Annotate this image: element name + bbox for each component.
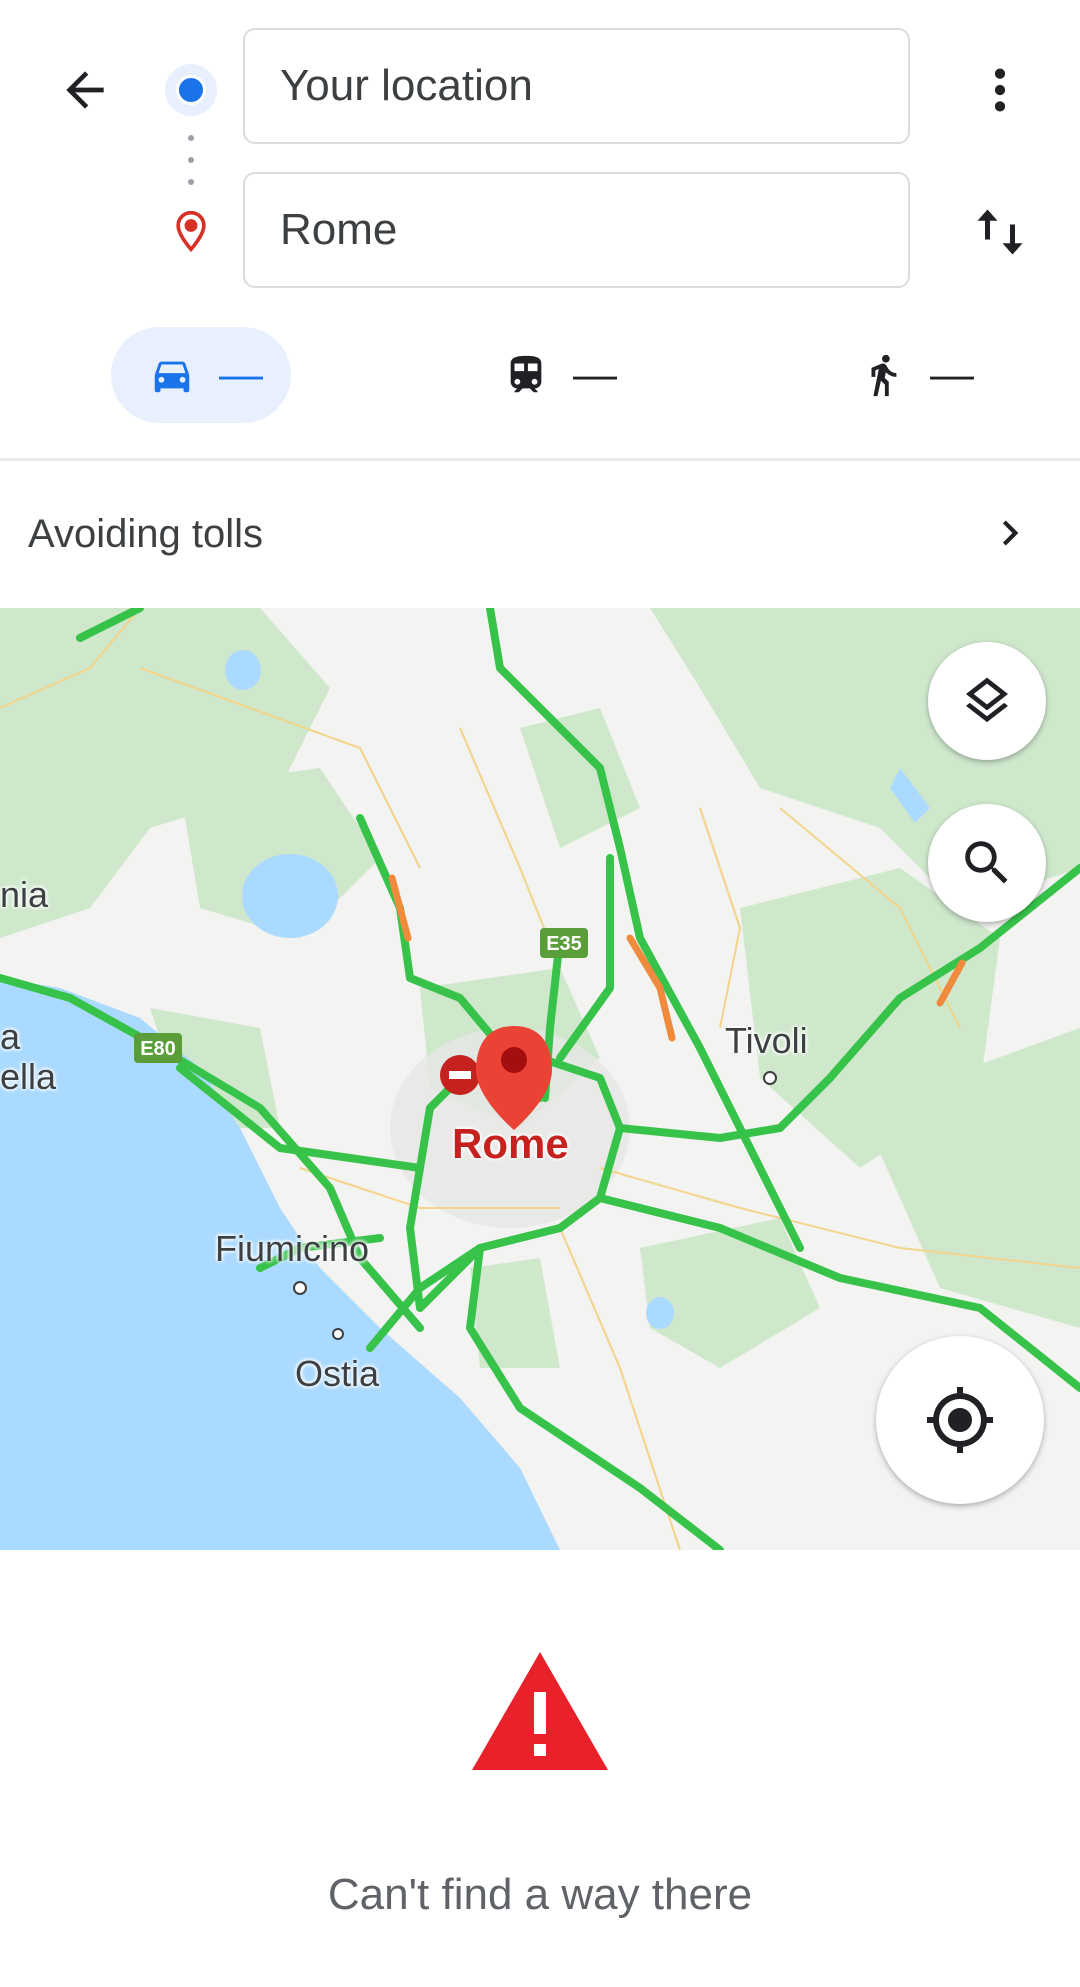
map-label-ostia: Ostia: [295, 1353, 380, 1394]
swap-button[interactable]: [955, 187, 1045, 277]
more-vert-icon: [994, 68, 1006, 112]
layers-button[interactable]: [928, 642, 1046, 760]
my-location-icon: [927, 1387, 993, 1453]
walk-icon: [871, 354, 897, 397]
map-label-tivoli: Tivoli: [725, 1020, 808, 1061]
car-icon: [154, 361, 190, 393]
mode-walk-tab[interactable]: —: [845, 327, 995, 423]
origin-dot-icon: [165, 64, 217, 116]
map-view[interactable]: E35 E80 Rome Tivoli Fiumicino Ostia nia …: [0, 608, 1080, 1550]
arrow-back-icon: [66, 71, 104, 109]
avoid-tolls-label: Avoiding tolls: [28, 512, 263, 556]
transit-duration: —: [573, 350, 617, 399]
route-options-row[interactable]: Avoiding tolls: [0, 462, 1080, 608]
search-icon: [965, 841, 1008, 884]
map-label-rome: Rome: [452, 1120, 569, 1167]
no-route-message: Can't find a way there: [327, 1870, 753, 1919]
more-options-button[interactable]: [955, 45, 1045, 135]
destination-pin-icon: [165, 205, 217, 257]
shield-e80: E80: [140, 1038, 176, 1060]
map-label-fiumicino: Fiumicino: [215, 1228, 370, 1269]
mode-drive-tab[interactable]: —: [111, 327, 291, 423]
destination-value: Rome: [280, 205, 398, 254]
shield-e35: E35: [546, 933, 582, 955]
back-button[interactable]: [40, 45, 130, 135]
origin-field[interactable]: Your location: [243, 28, 910, 144]
divider: [0, 458, 1080, 461]
walk-duration: —: [930, 350, 974, 399]
map-label-partial-2: a: [0, 1016, 21, 1057]
destination-field[interactable]: Rome: [243, 172, 910, 288]
map-search-button[interactable]: [928, 804, 1046, 922]
mode-transit-tab[interactable]: —: [488, 327, 638, 423]
chevron-right-icon: [1002, 520, 1019, 546]
train-icon: [510, 355, 542, 393]
map-label-partial-1: nia: [0, 874, 49, 915]
layers-icon: [966, 677, 1008, 723]
drive-duration: —: [219, 350, 263, 399]
route-connector-icon: [188, 135, 194, 185]
my-location-button[interactable]: [876, 1336, 1044, 1504]
origin-value: Your location: [280, 61, 533, 110]
swap-vert-icon: [977, 209, 1023, 255]
warning-icon: [472, 1652, 608, 1770]
map-label-partial-3: ella: [0, 1056, 57, 1097]
